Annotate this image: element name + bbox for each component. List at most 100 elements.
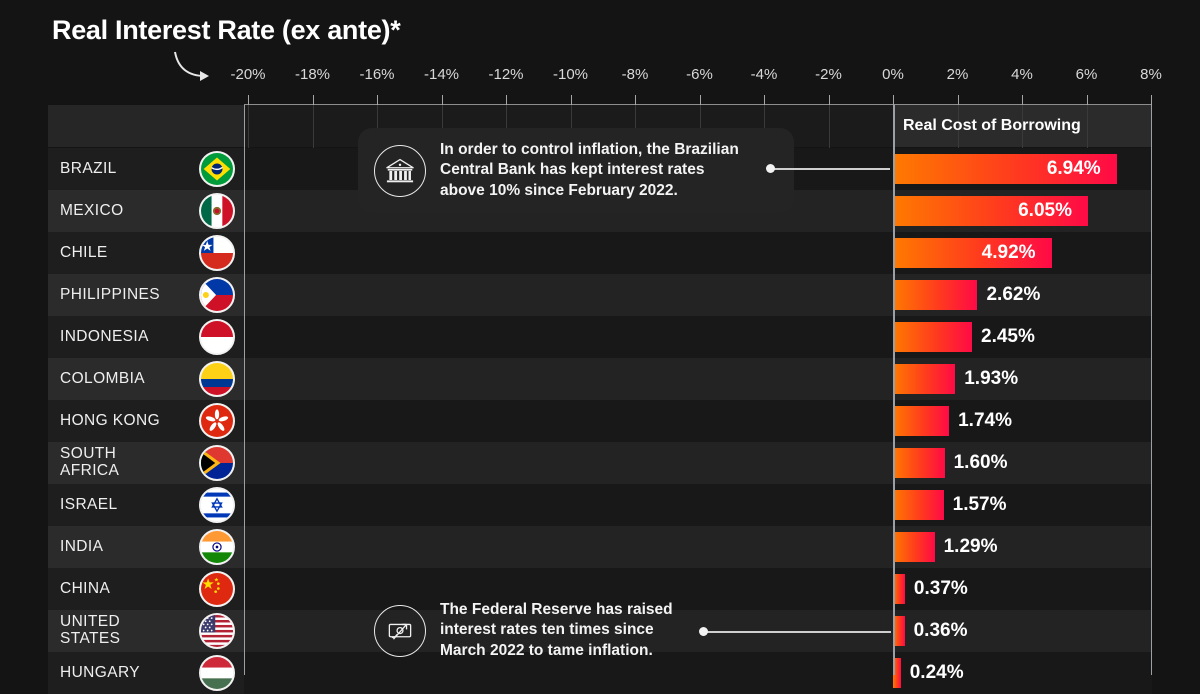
annotation-leader-dot xyxy=(699,627,708,636)
axis-tick-label: -16% xyxy=(359,66,395,83)
annotation-text: The Federal Reserve has raised interest … xyxy=(440,601,673,659)
country-label: CHILE xyxy=(60,232,108,274)
header-band-left xyxy=(48,105,244,147)
flag-brazil-icon xyxy=(199,151,235,187)
axis-tick-mark xyxy=(441,95,443,105)
value-label: 1.74% xyxy=(958,410,1012,431)
table-row[interactable]: CHILE 4.92% xyxy=(0,232,1200,274)
axis-tick-label: -2% xyxy=(815,66,842,83)
axis-tick-mark xyxy=(1086,95,1088,105)
axis-tick-label: -8% xyxy=(621,66,649,83)
value-bar[interactable] xyxy=(893,280,978,310)
country-label: UNITED STATES xyxy=(60,610,120,652)
country-label: MEXICO xyxy=(60,190,124,232)
flag-indonesia-icon xyxy=(199,319,235,355)
country-label: HUNGARY xyxy=(60,652,140,694)
country-label-line: UNITED xyxy=(60,613,121,631)
table-row[interactable]: SOUTH AFRICA 1.60% xyxy=(0,442,1200,484)
country-label: CHINA xyxy=(60,568,110,610)
value-bar[interactable] xyxy=(893,490,944,520)
flag-hungary-icon xyxy=(199,655,235,691)
axis-tick-mark xyxy=(1022,95,1023,105)
country-label-line: HUNGARY xyxy=(60,663,141,681)
axis-tick-mark xyxy=(764,95,765,105)
value-bar[interactable] xyxy=(893,322,972,352)
value-label: 4.92% xyxy=(981,242,1036,263)
axis-tick-label: -4% xyxy=(750,66,778,83)
table-row[interactable]: HONG KONG 1.74% xyxy=(0,400,1200,442)
country-label: INDONESIA xyxy=(60,316,149,358)
axis-tick-mark xyxy=(377,95,378,105)
real-cost-of-borrowing-label: Real Cost of Borrowing xyxy=(903,117,1081,134)
axis-tick-label: -6% xyxy=(686,66,713,83)
country-label-line: STATES xyxy=(60,630,121,647)
axis-tick-label: -14% xyxy=(423,66,460,83)
axis-tick-label: 8% xyxy=(1140,66,1162,83)
flag-israel-icon xyxy=(199,487,235,523)
value-label: 2.45% xyxy=(981,326,1035,347)
flag-chile-icon xyxy=(199,235,235,271)
value-label: 1.60% xyxy=(953,452,1008,473)
country-label-line: CHILE xyxy=(60,243,108,261)
axis-tick-mark xyxy=(1151,95,1152,105)
fed-annotation: The Federal Reserve has raised interest … xyxy=(358,588,758,673)
table-row[interactable]: INDIA 1.29% xyxy=(0,526,1200,568)
table-row[interactable]: INDONESIA 2.45% xyxy=(0,316,1200,358)
value-bar[interactable] xyxy=(893,406,950,436)
chart-left-edge xyxy=(244,105,245,675)
value-label: 0.37% xyxy=(913,578,968,599)
axis-tick-label: -18% xyxy=(294,66,331,83)
axis-tick-mark xyxy=(957,95,959,105)
bank-building-icon xyxy=(374,144,426,197)
row-background-plot xyxy=(244,484,1152,526)
value-label: 0.24% xyxy=(909,662,964,683)
country-label-line: BRAZIL xyxy=(60,159,117,177)
annotation-leader-dot xyxy=(766,164,775,173)
country-label: PHILIPPINES xyxy=(60,274,160,316)
axis-tick-label: -10% xyxy=(552,66,589,83)
value-label: 1.57% xyxy=(952,494,1007,515)
country-label-line: CHINA xyxy=(60,579,111,597)
country-label-line: INDIA xyxy=(60,537,104,555)
value-label: 2.62% xyxy=(986,284,1041,305)
country-label: INDIA xyxy=(60,526,103,568)
table-row[interactable]: ISRAEL 1.57% xyxy=(0,484,1200,526)
axis-tick-mark xyxy=(699,95,701,105)
x-axis-tick-labels: -20% -18% -16% -14% -12% -10% -8% -6% -4% -2% 0% 2%… xyxy=(0,66,1200,88)
annotation-text: In order to control inflation, the Brazi… xyxy=(440,141,739,199)
flag-hongkong-icon xyxy=(199,403,235,439)
flag-china-icon xyxy=(199,571,235,607)
flag-mexico-icon xyxy=(199,193,235,229)
table-row[interactable]: COLOMBIA 1.93% xyxy=(0,358,1200,400)
annotation-leader-line xyxy=(703,631,891,633)
country-label-line: SOUTH xyxy=(60,445,117,463)
flag-usa-icon xyxy=(199,613,235,649)
country-label-line: MEXICO xyxy=(60,201,124,219)
axis-tick-label: 4% xyxy=(1011,66,1033,83)
axis-tick-mark xyxy=(635,95,636,105)
value-label: 6.05% xyxy=(1018,200,1072,221)
axis-tick-mark xyxy=(506,95,507,105)
country-label-line: AFRICA xyxy=(60,462,120,479)
axis-tick-mark xyxy=(312,95,314,105)
value-label: 1.93% xyxy=(964,368,1019,389)
flag-southafrica-icon xyxy=(199,445,235,481)
value-bar[interactable] xyxy=(893,448,945,478)
flag-colombia-icon xyxy=(199,361,235,397)
country-label-line: PHILIPPINES xyxy=(60,285,161,303)
value-bar[interactable] xyxy=(893,532,935,562)
axis-tick-label: 0% xyxy=(882,66,904,83)
table-row[interactable]: PHILIPPINES 2.62% xyxy=(0,274,1200,316)
value-label: 1.29% xyxy=(943,536,998,557)
row-background-plot xyxy=(244,400,1152,442)
axis-tick-label: -12% xyxy=(488,66,524,83)
country-label: HONG KONG xyxy=(60,400,160,442)
banknote-arrow-icon xyxy=(374,604,426,657)
value-bar[interactable] xyxy=(893,364,956,394)
axis-tick-mark xyxy=(570,95,572,105)
annotation-leader-line xyxy=(770,168,890,170)
flag-philippines-icon xyxy=(199,277,235,313)
country-label-line: HONG KONG xyxy=(60,411,161,429)
country-label-line: ISRAEL xyxy=(60,495,118,513)
country-label: BRAZIL xyxy=(60,148,117,190)
